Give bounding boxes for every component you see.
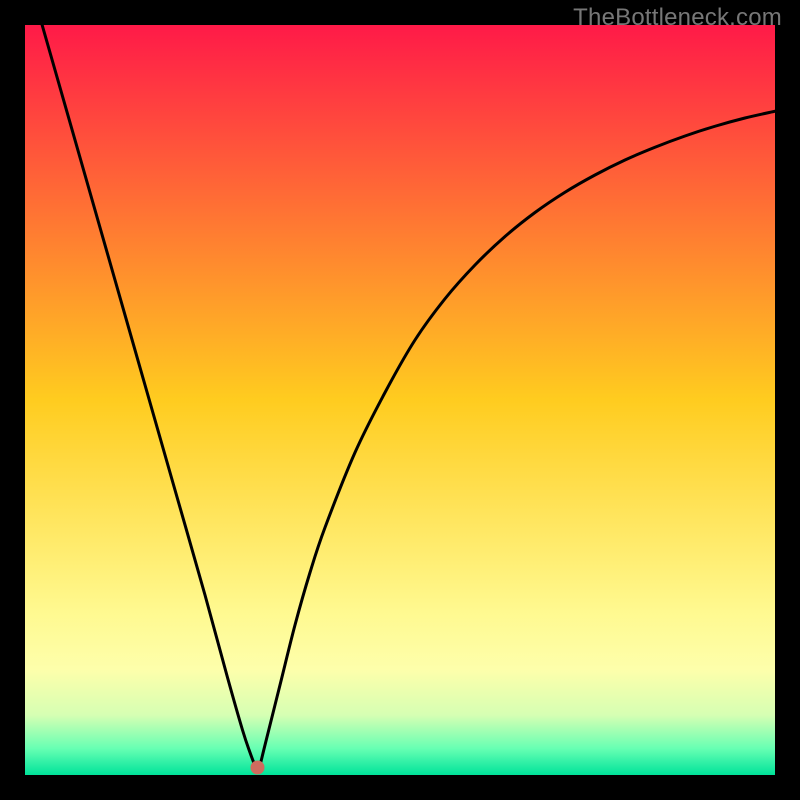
gradient-background (25, 25, 775, 775)
chart-frame: TheBottleneck.com (0, 0, 800, 800)
plot-area (25, 25, 775, 775)
optimum-marker (251, 761, 265, 775)
chart-svg (25, 25, 775, 775)
watermark-text: TheBottleneck.com (573, 4, 782, 32)
